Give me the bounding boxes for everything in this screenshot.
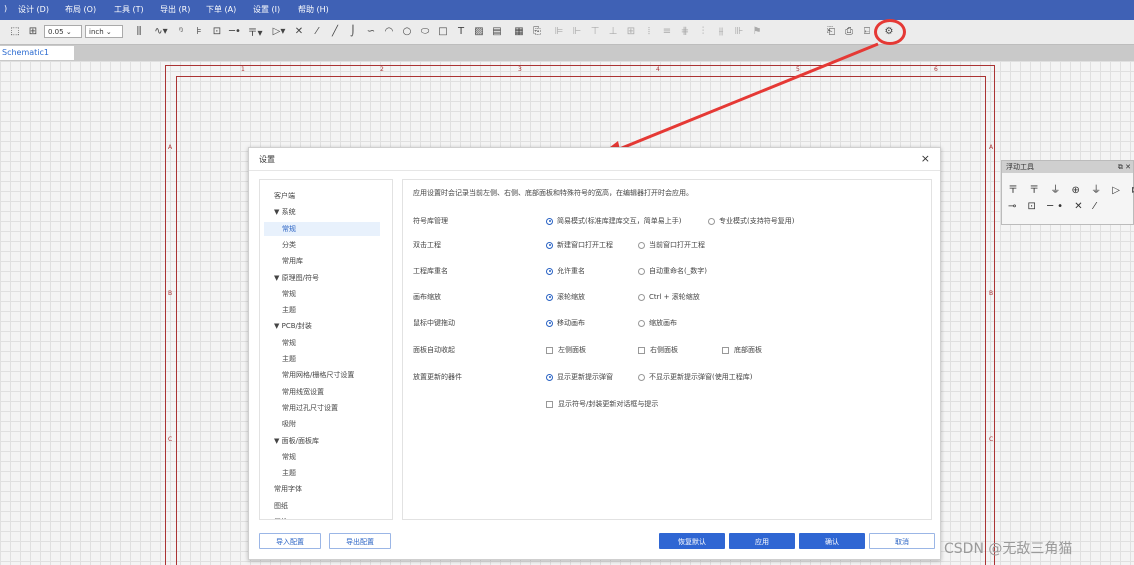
option-label: 新建窗口打开工程: [557, 241, 613, 249]
radio-button[interactable]: [638, 319, 645, 327]
radio-option[interactable]: 显示更新提示弹窗: [546, 372, 613, 382]
tree-item[interactable]: 常规: [264, 287, 380, 301]
setting-label: 放置更新的器件: [413, 373, 462, 381]
radio-option[interactable]: 不显示更新提示弹窗(使用工程库): [638, 372, 752, 382]
tree-item[interactable]: 常用库: [264, 254, 380, 268]
tree-item[interactable]: 常用字体: [264, 482, 380, 496]
restore-default-button[interactable]: 恢复默认: [659, 533, 725, 549]
option-label: 简易模式(标准库建库交互，简单易上手): [557, 217, 682, 225]
radio-option[interactable]: 新建窗口打开工程: [546, 240, 613, 250]
tree-item[interactable]: 吸附: [264, 417, 380, 431]
radio-button[interactable]: [638, 267, 645, 275]
radio-button[interactable]: [546, 267, 553, 275]
tree-item[interactable]: 常用过孔尺寸设置: [264, 401, 380, 415]
setting-label: 工程库重名: [413, 267, 448, 275]
option-label: 移动画布: [557, 319, 585, 327]
settings-description: 应用设置时会记录当前左侧、右侧、底部面板和特殊符号的宽高，在编辑器打开时会应用。: [413, 189, 693, 197]
radio-option[interactable]: 简易模式(标准库建库交互，简单易上手): [546, 216, 681, 226]
radio-option[interactable]: 滚轮缩放: [546, 292, 585, 302]
checkbox-option[interactable]: 左侧面板: [546, 345, 586, 355]
tree-item[interactable]: 客户端: [264, 189, 380, 203]
tree-item[interactable]: 常规: [264, 450, 380, 464]
radio-button[interactable]: [638, 241, 645, 249]
watermark: CSDN @无敌三角猫: [944, 541, 1073, 557]
option-label: 滚轮缩放: [557, 293, 585, 301]
cancel-button[interactable]: 取消: [869, 533, 935, 549]
dialog-header: 设置 ×: [249, 148, 940, 171]
settings-content: 应用设置时会记录当前左侧、右侧、底部面板和特殊符号的宽高，在编辑器打开时会应用。…: [402, 179, 932, 520]
tree-item[interactable]: ▼ 系统: [264, 205, 380, 219]
option-label: 不显示更新提示弹窗(使用工程库): [649, 373, 753, 381]
radio-button[interactable]: [638, 373, 645, 381]
option-label: 底部面板: [734, 346, 762, 354]
radio-option[interactable]: 移动画布: [546, 318, 585, 328]
option-label: 显示符号/封装更新对话框与提示: [558, 400, 659, 408]
option-label: Ctrl + 滚轮缩放: [649, 293, 700, 301]
tree-item[interactable]: 主题: [264, 303, 380, 317]
option-label: 专业模式(支持符号复用): [719, 217, 795, 225]
option-label: 自动重命名(_数字): [649, 267, 707, 275]
option-label: 右侧面板: [650, 346, 678, 354]
radio-option[interactable]: 当前窗口打开工程: [638, 240, 705, 250]
setting-label: 画布缩放: [413, 293, 441, 301]
radio-button[interactable]: [546, 217, 553, 225]
tree-item[interactable]: 常用网格/栅格尺寸设置: [264, 368, 380, 382]
radio-option[interactable]: 允许重名: [546, 266, 585, 276]
radio-option[interactable]: Ctrl + 滚轮缩放: [638, 292, 700, 302]
tree-item[interactable]: 常用线宽设置: [264, 385, 380, 399]
tree-item[interactable]: 常规: [264, 221, 380, 236]
checkbox-option[interactable]: 底部面板: [722, 345, 762, 355]
checkbox-option[interactable]: 显示符号/封装更新对话框与提示: [546, 399, 658, 409]
radio-option[interactable]: 专业模式(支持符号复用): [708, 216, 794, 226]
radio-option[interactable]: 缩放画布: [638, 318, 677, 328]
option-label: 缩放画布: [649, 319, 677, 327]
option-label: 显示更新提示弹窗: [557, 373, 613, 381]
option-label: 左侧面板: [558, 346, 586, 354]
tree-item[interactable]: 常规: [264, 336, 380, 350]
import-config-button[interactable]: 导入配置: [259, 533, 321, 549]
settings-dialog: 设置 × 客户端 ▼ 系统 常规 分类 常用库 ▼ 原理图/符号 常规 主题 ▼ PCB/封装常…: [248, 147, 941, 560]
checkbox[interactable]: [722, 346, 729, 354]
radio-button[interactable]: [546, 293, 553, 301]
tree-item[interactable]: 分类: [264, 238, 380, 252]
setting-label: 面板自动收起: [413, 346, 455, 354]
setting-label: 双击工程: [413, 241, 441, 249]
checkbox[interactable]: [546, 400, 553, 408]
radio-option[interactable]: 自动重命名(_数字): [638, 266, 707, 276]
tree-item[interactable]: ▼ 面板/面板库: [264, 434, 380, 448]
radio-button[interactable]: [546, 319, 553, 327]
checkbox-option[interactable]: 右侧面板: [638, 345, 678, 355]
tree-item[interactable]: 属性: [264, 515, 380, 519]
settings-tree: 客户端 ▼ 系统 常规 分类 常用库 ▼ 原理图/符号 常规 主题 ▼ PCB/封装 常规 主题 常用…: [259, 179, 393, 520]
tree-item[interactable]: 图纸: [264, 499, 380, 513]
tree-item[interactable]: ▼ PCB/封装: [264, 319, 380, 333]
setting-label: 符号库管理: [413, 217, 448, 225]
tree-item[interactable]: 主题: [264, 352, 380, 366]
checkbox[interactable]: [638, 346, 645, 354]
close-icon[interactable]: ×: [921, 152, 930, 165]
checkbox[interactable]: [546, 346, 553, 354]
confirm-button[interactable]: 确认: [799, 533, 865, 549]
export-config-button[interactable]: 导出配置: [329, 533, 391, 549]
option-label: 当前窗口打开工程: [649, 241, 705, 249]
radio-button[interactable]: [638, 293, 645, 301]
radio-button[interactable]: [708, 217, 715, 225]
radio-button[interactable]: [546, 373, 553, 381]
option-label: 允许重名: [557, 267, 585, 275]
tree-item[interactable]: 主题: [264, 466, 380, 480]
apply-button[interactable]: 应用: [729, 533, 795, 549]
dialog-title: 设置: [259, 155, 275, 164]
radio-button[interactable]: [546, 241, 553, 249]
setting-label: 鼠标中键拖动: [413, 319, 455, 327]
tree-item[interactable]: ▼ 原理图/符号: [264, 271, 380, 285]
